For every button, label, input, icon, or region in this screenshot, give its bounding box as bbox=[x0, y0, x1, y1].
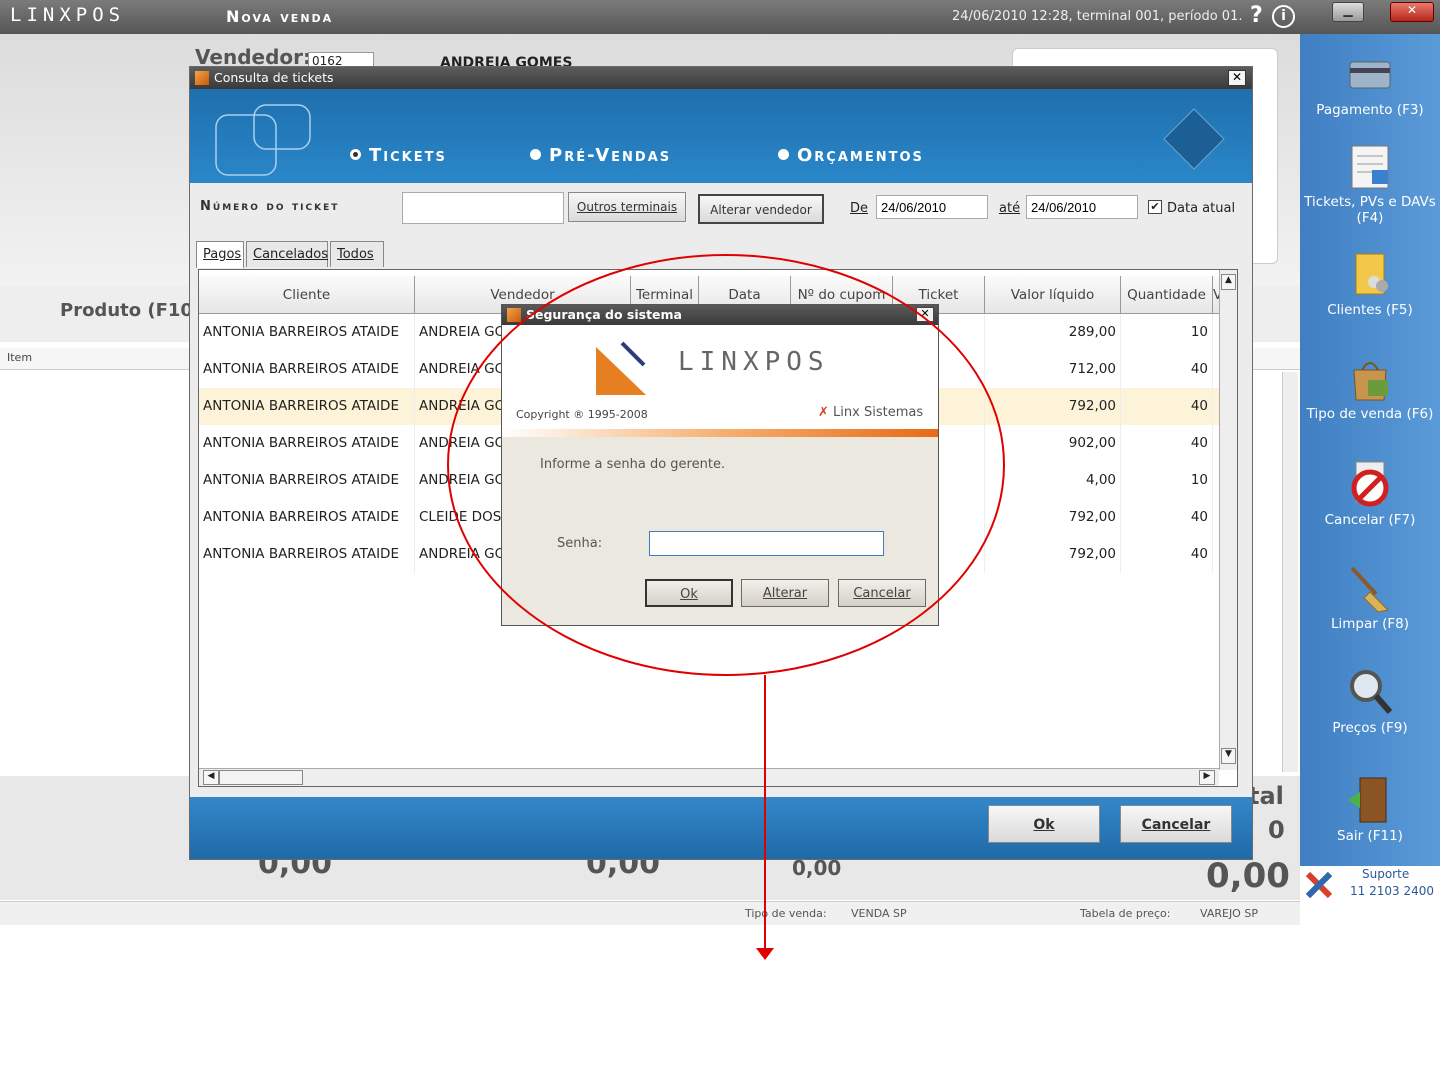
annotation-arrow-head bbox=[756, 948, 774, 960]
annotation-overlay bbox=[447, 254, 1005, 960]
highlight-ellipse bbox=[447, 254, 1005, 676]
